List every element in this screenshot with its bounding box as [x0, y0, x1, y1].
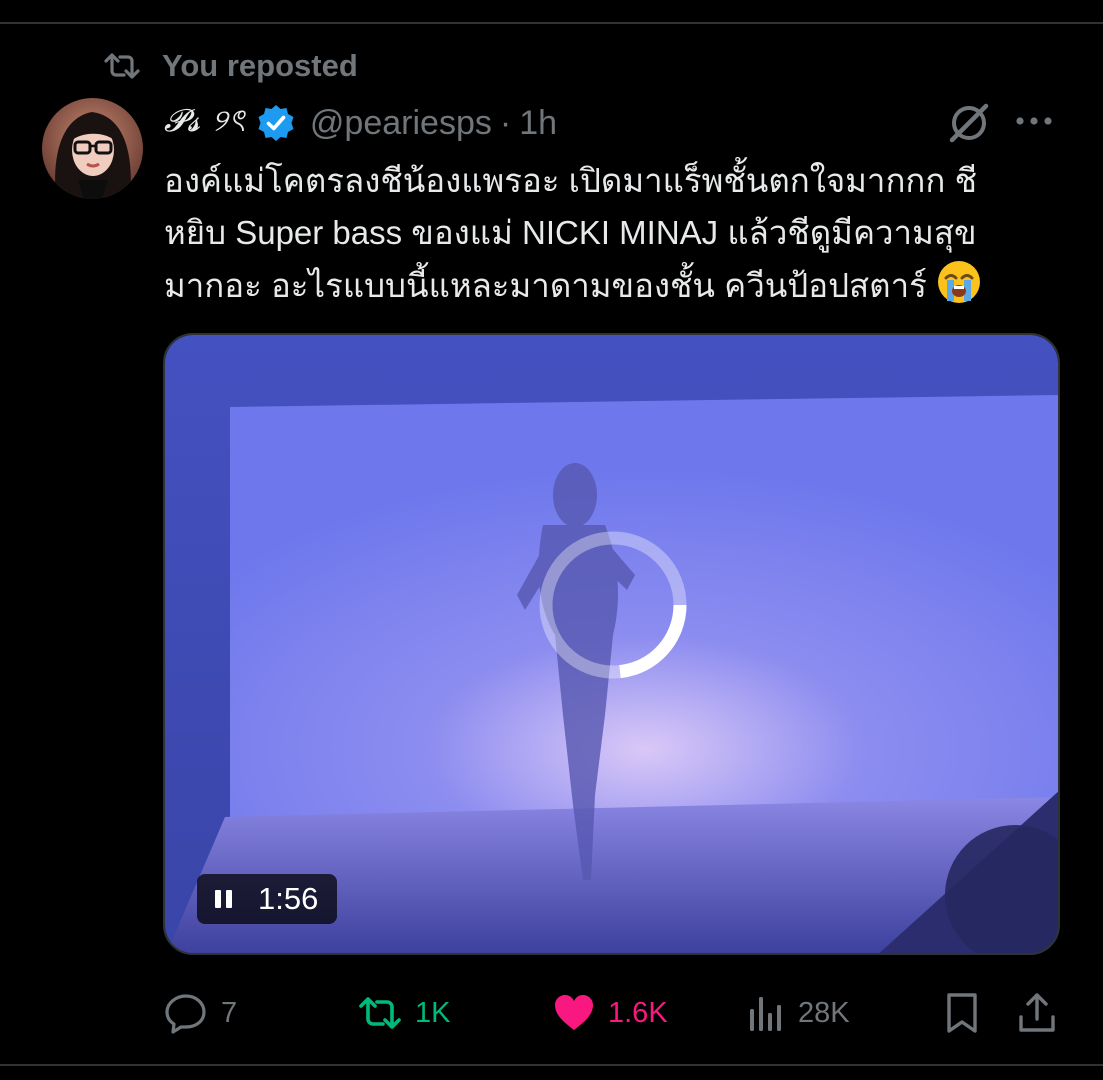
views-chart-icon: [750, 997, 781, 1031]
heart-icon: [555, 995, 593, 1030]
handle[interactable]: @peariesps: [310, 104, 492, 143]
reply-icon: [165, 994, 206, 1034]
like-count: 1.6K: [608, 996, 668, 1029]
tweet-text-line: หยิบ Super bass ของแม่ NICKI MINAJ แล้วช…: [164, 214, 977, 251]
repost-context-label: You reposted: [162, 48, 358, 83]
views-button[interactable]: 28K: [746, 988, 850, 1038]
timestamp[interactable]: 1h: [519, 104, 557, 143]
repost-icon: [359, 997, 401, 1029]
tweet-text-line: มากอะ อะไรแบบนี้แหละมาดามของชั้น ควีนป้อ…: [164, 267, 927, 304]
more-icon[interactable]: [1014, 114, 1054, 133]
views-count: 28K: [798, 996, 850, 1029]
repost-count: 1K: [415, 996, 451, 1029]
grok-icon[interactable]: [946, 100, 992, 151]
repost-context[interactable]: You reposted: [104, 46, 358, 86]
top-divider: [0, 22, 1103, 24]
video-player[interactable]: 1:56: [163, 333, 1060, 955]
tweet-text: องค์แม่โคตรลงชีน้องแพรอะ เปิดมาแร็พชั้นต…: [164, 155, 1064, 320]
avatar[interactable]: [42, 98, 143, 199]
tweet-text-line: องค์แม่โคตรลงชีน้องแพรอะ เปิดมาแร็พชั้นต…: [164, 162, 977, 199]
separator-dot: ·: [499, 103, 512, 142]
verified-badge-icon: [246, 103, 310, 143]
display-name[interactable]: 𝓟𝓼 ୨ৎ: [164, 97, 246, 149]
like-button[interactable]: 1.6K: [552, 988, 668, 1038]
tweet-header: 𝓟𝓼 ୨ৎ @peariesps · 1h: [164, 96, 557, 150]
bookmark-icon: [947, 993, 977, 1033]
video-controls[interactable]: 1:56: [197, 874, 337, 924]
pause-icon[interactable]: [215, 890, 232, 908]
repost-button[interactable]: 1K: [357, 988, 450, 1038]
action-bar: 7 1K 1.6K 28K: [0, 988, 1103, 1038]
repost-context-icon: [104, 51, 140, 81]
share-button[interactable]: [1016, 988, 1058, 1038]
reply-button[interactable]: 7: [163, 988, 237, 1038]
bookmark-button[interactable]: [942, 988, 982, 1038]
loudly-crying-face-emoji: [936, 259, 982, 320]
bottom-divider: [0, 1064, 1103, 1066]
share-icon: [1019, 993, 1055, 1032]
video-duration: 1:56: [258, 881, 319, 916]
reply-count: 7: [221, 996, 238, 1029]
